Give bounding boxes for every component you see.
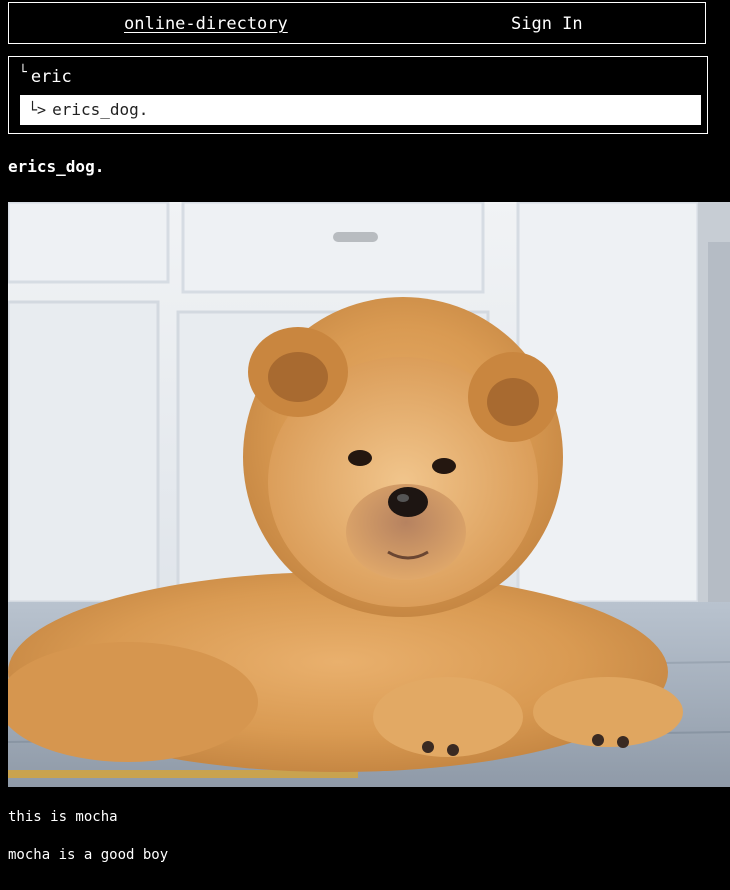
sign-in-link[interactable]: Sign In bbox=[511, 14, 583, 34]
breadcrumb-item-current[interactable]: └> erics_dog. bbox=[20, 95, 701, 125]
page: online-directory Sign In └ eric └> erics… bbox=[0, 0, 730, 890]
home-link[interactable]: online-directory bbox=[124, 14, 288, 34]
description-line-2: mocha is a good boy bbox=[8, 847, 169, 863]
breadcrumb-root-label: eric bbox=[30, 67, 72, 87]
tree-branch-icon: └ bbox=[19, 65, 27, 80]
breadcrumb: └ eric └> erics_dog. bbox=[8, 56, 708, 134]
top-nav: online-directory Sign In bbox=[8, 2, 706, 44]
dog-photo bbox=[8, 202, 730, 787]
breadcrumb-item-eric[interactable]: └ eric bbox=[19, 65, 72, 88]
page-title: erics_dog. bbox=[8, 157, 105, 176]
tree-arrow-icon: └> bbox=[28, 101, 47, 119]
breadcrumb-current-label: erics_dog. bbox=[52, 100, 149, 119]
description-line-1: this is mocha bbox=[8, 809, 118, 825]
